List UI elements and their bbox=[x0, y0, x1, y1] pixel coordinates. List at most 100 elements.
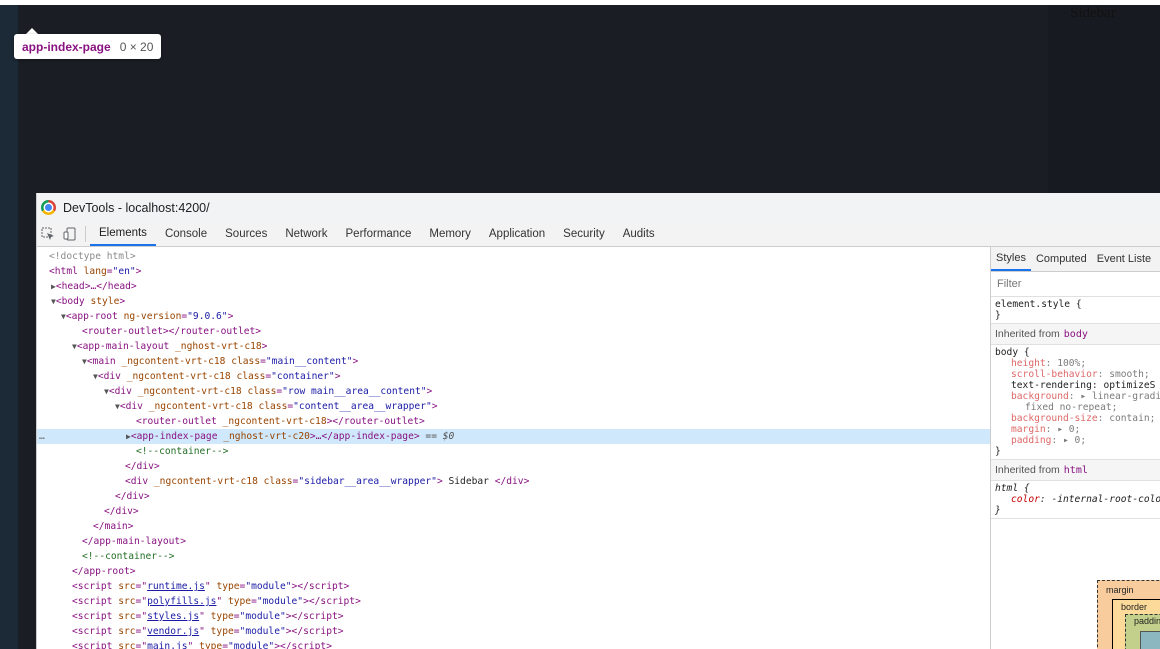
dom-line-close-div[interactable]: </div> bbox=[115, 489, 150, 504]
script-src-link[interactable]: main.js bbox=[147, 641, 187, 649]
dom-line-app-index-page-selected[interactable]: … ▶<app-index-page _nghost-vrt-c20>…</app… bbox=[37, 429, 990, 444]
ngcontent-attr: _ngcontent-vrt-c18 bbox=[137, 386, 242, 397]
dom-line-script[interactable]: <script src="polyfills.js" type="module"… bbox=[72, 594, 361, 609]
css-property[interactable]: padding: ▸ 0; bbox=[995, 435, 1158, 446]
script-src-link[interactable]: vendor.js bbox=[147, 626, 199, 637]
head-tag: <head>…</head> bbox=[55, 281, 137, 292]
dom-line-main-layout[interactable]: ▼<app-main-layout _nghost-vrt-c18> bbox=[72, 339, 267, 354]
dom-line-div-row[interactable]: ▼<div _ngcontent-vrt-c18 class="row main… bbox=[104, 384, 432, 399]
dom-line-div-container[interactable]: ▼<div _ngcontent-vrt-c18 class="containe… bbox=[93, 369, 340, 384]
dom-line-app-root[interactable]: ▼<app-root ng-version="9.0.6"> bbox=[61, 309, 233, 324]
tab-console[interactable]: Console bbox=[156, 222, 216, 246]
main-class-value: "main__content" bbox=[265, 356, 353, 367]
prop-value: fixed no-repeat; bbox=[1025, 402, 1118, 413]
html-lang-value: "en" bbox=[112, 266, 136, 277]
box-model-diagram[interactable]: margin border paddin bbox=[1097, 580, 1160, 649]
div-tag: <div bbox=[97, 371, 127, 382]
dom-line-script[interactable]: <script src="runtime.js" type="module"><… bbox=[72, 579, 349, 594]
more-options-icon[interactable]: … bbox=[39, 429, 45, 444]
html-style-rule[interactable]: html { color: -internal-root-colo } bbox=[991, 481, 1160, 519]
ngcontent-attr: _ngcontent-vrt-c18 bbox=[222, 416, 327, 427]
tooltip-size: 0 × 20 bbox=[119, 39, 154, 54]
ngcontent-attr: _ngcontent-vrt-c18 bbox=[121, 356, 226, 367]
tab-security[interactable]: Security bbox=[554, 222, 614, 246]
close-main-layout-tag: </app-main-layout> bbox=[82, 536, 186, 547]
dom-line-div-sidebar[interactable]: <div _ngcontent-vrt-c18 class="sidebar__… bbox=[125, 474, 529, 489]
dom-line-head[interactable]: ▶<head>…</head> bbox=[51, 279, 137, 294]
inherited-from-html-header: Inherited from html bbox=[991, 460, 1160, 481]
tab-network[interactable]: Network bbox=[276, 222, 336, 246]
dom-line-close-app-root[interactable]: </app-root> bbox=[72, 564, 136, 579]
styles-filter-input[interactable]: Filter bbox=[991, 272, 1160, 297]
css-property[interactable]: height: 100%; bbox=[995, 358, 1158, 369]
close-main-tag: </main> bbox=[93, 521, 134, 532]
tab-styles[interactable]: Styles bbox=[991, 247, 1031, 271]
dom-line-html[interactable]: <html lang="en"> bbox=[49, 264, 141, 279]
dom-line-router-outlet[interactable]: <router-outlet></router-outlet> bbox=[82, 324, 261, 339]
div-class-value: "container" bbox=[271, 371, 335, 382]
dom-line-script[interactable]: <script src="vendor.js" type="module"></… bbox=[72, 624, 344, 639]
css-property[interactable]: scroll-behavior: smooth; bbox=[995, 369, 1158, 380]
css-property[interactable]: background-size: contain; bbox=[995, 413, 1158, 424]
script-src-link[interactable]: runtime.js bbox=[147, 581, 205, 592]
close-app-root-tag: </app-root> bbox=[72, 566, 136, 577]
elements-dom-tree[interactable]: <!doctype html> <html lang="en"> ▶<head>… bbox=[37, 247, 990, 649]
inherited-tag-body[interactable]: body bbox=[1064, 329, 1088, 340]
comment-text: <!--container--> bbox=[82, 551, 175, 562]
dom-line-comment-container[interactable]: <!--container--> bbox=[82, 549, 174, 564]
chrome-icon bbox=[41, 200, 56, 215]
script-src-link[interactable]: polyfills.js bbox=[147, 596, 216, 607]
css-property[interactable]: margin: ▸ 0; bbox=[995, 424, 1158, 435]
dom-line-close-main-layout[interactable]: </app-main-layout> bbox=[82, 534, 186, 549]
dom-line-close-main[interactable]: </main> bbox=[93, 519, 133, 534]
rule-close-brace: } bbox=[995, 505, 1001, 516]
tab-computed[interactable]: Computed bbox=[1031, 247, 1092, 271]
dom-line-close-div[interactable]: </div> bbox=[104, 504, 139, 519]
device-toolbar-icon[interactable] bbox=[59, 222, 81, 246]
tab-performance[interactable]: Performance bbox=[337, 222, 421, 246]
tab-memory[interactable]: Memory bbox=[420, 222, 480, 246]
close-div-tag: </div> bbox=[494, 476, 530, 487]
box-model-padding-label: paddin bbox=[1134, 616, 1160, 626]
html-lang-attr: lang bbox=[83, 266, 107, 277]
css-property[interactable]: text-rendering: optimizeS bbox=[995, 380, 1158, 391]
inherited-tag-html[interactable]: html bbox=[1064, 465, 1088, 476]
css-property[interactable]: background: ▸ linear-gradi bbox=[995, 391, 1160, 402]
doctype-text: <!doctype html> bbox=[49, 251, 136, 262]
tab-event-listeners[interactable]: Event Liste bbox=[1092, 247, 1156, 271]
devtools-titlebar[interactable]: DevTools - localhost:4200/ bbox=[37, 193, 1160, 222]
class-attr: class bbox=[258, 401, 288, 412]
prop-name: height bbox=[1011, 358, 1046, 369]
nghost-attr: _nghost-vrt-c20 bbox=[223, 431, 310, 442]
script-type-value: "module" bbox=[256, 596, 304, 607]
dom-line-close-div[interactable]: </div> bbox=[125, 459, 160, 474]
inspect-element-icon[interactable] bbox=[37, 222, 59, 246]
app-index-page-close: >…</app-index-page> bbox=[309, 431, 420, 442]
dom-line-main[interactable]: ▼<main _ngcontent-vrt-c18 class="main__c… bbox=[82, 354, 358, 369]
element-style-rule[interactable]: element.style { } bbox=[991, 297, 1160, 324]
dom-line-body[interactable]: ▼<body style> bbox=[51, 294, 125, 309]
tab-sources[interactable]: Sources bbox=[216, 222, 276, 246]
css-property[interactable]: color: -internal-root-colo bbox=[995, 494, 1160, 505]
dom-line-comment-container[interactable]: <!--container--> bbox=[136, 444, 228, 459]
dom-line-router-outlet-2[interactable]: <router-outlet _ngcontent-vrt-c18></rout… bbox=[136, 414, 425, 429]
prop-value: ▸ 0; bbox=[1063, 435, 1087, 446]
tab-application[interactable]: Application bbox=[480, 222, 554, 246]
selected-marker: == $0 bbox=[425, 431, 455, 442]
css-property-continuation: fixed no-repeat; bbox=[995, 402, 1158, 413]
dom-line-script[interactable]: <script src="styles.js" type="module"></… bbox=[72, 609, 344, 624]
tab-audits[interactable]: Audits bbox=[614, 222, 664, 246]
script-src-link[interactable]: styles.js bbox=[147, 611, 199, 622]
div-tag: <div bbox=[125, 476, 154, 487]
prop-value: 100%; bbox=[1057, 358, 1087, 369]
prop-value: -internal-root-colo bbox=[1051, 494, 1160, 505]
ngcontent-attr: _ngcontent-vrt-c18 bbox=[153, 476, 258, 487]
body-style-rule[interactable]: body { height: 100%; scroll-behavior: sm… bbox=[991, 345, 1160, 460]
close-div-tag: </div> bbox=[104, 506, 139, 517]
dom-line-div-content-wrapper[interactable]: ▼<div _ngcontent-vrt-c18 class="content_… bbox=[115, 399, 438, 414]
close-div-tag: </div> bbox=[125, 461, 160, 472]
dom-line-script[interactable]: <script src="main.js" type="module"></sc… bbox=[72, 639, 332, 649]
tab-elements[interactable]: Elements bbox=[90, 222, 156, 246]
prop-value: optimizeS bbox=[1103, 380, 1156, 391]
dom-line-doctype[interactable]: <!doctype html> bbox=[49, 249, 136, 264]
